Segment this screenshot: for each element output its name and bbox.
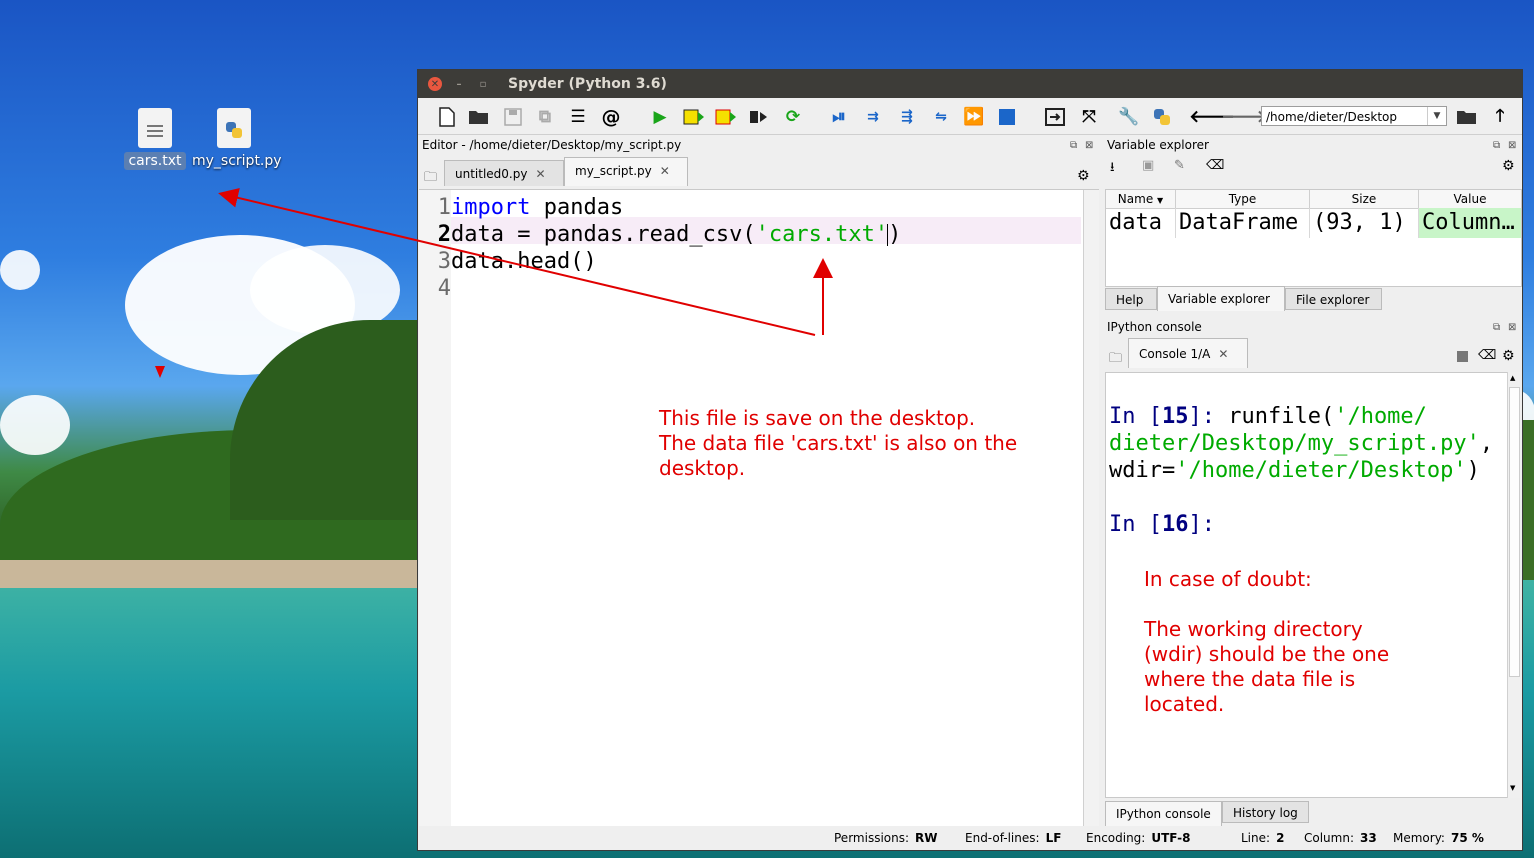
arrow-to-desktop xyxy=(218,187,816,336)
annotation-arrows xyxy=(218,187,833,336)
